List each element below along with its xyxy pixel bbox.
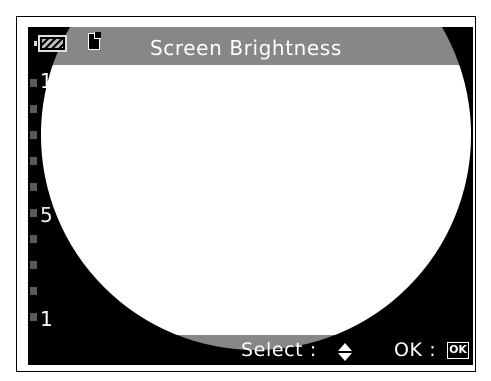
bottom-hint-bar: Select : OK : OK: [28, 335, 473, 365]
memory-card-icon: [88, 33, 100, 50]
bright-display-disc: [41, 65, 471, 335]
camera-screen: Screen Brightness 10 5 1 Select : OK : O…: [28, 27, 473, 365]
scale-tick: [30, 131, 37, 139]
brightness-preview-area: [28, 65, 473, 335]
scale-tick: [30, 79, 37, 87]
scale-tick: [30, 105, 37, 113]
scale-tick: [30, 209, 37, 217]
brightness-scale[interactable]: 10 5 1: [28, 69, 68, 335]
up-down-arrow-icon: [338, 343, 352, 361]
scale-tick: [30, 183, 37, 191]
top-bar: Screen Brightness: [28, 27, 473, 65]
scale-tick: [30, 287, 37, 295]
ok-button-icon[interactable]: OK: [447, 342, 469, 359]
scale-mid-label: 5: [40, 203, 53, 227]
battery-icon: [34, 35, 70, 52]
select-hint-label: Select :: [241, 339, 317, 361]
scale-tick: [30, 313, 37, 321]
scale-tick: [30, 157, 37, 165]
scale-tick: [30, 261, 37, 269]
ok-hint-label: OK :: [394, 339, 437, 361]
scale-tick: [30, 235, 37, 243]
scale-min-label: 1: [40, 307, 53, 331]
page-title: Screen Brightness: [150, 36, 342, 60]
scale-max-label: 10: [40, 69, 66, 93]
